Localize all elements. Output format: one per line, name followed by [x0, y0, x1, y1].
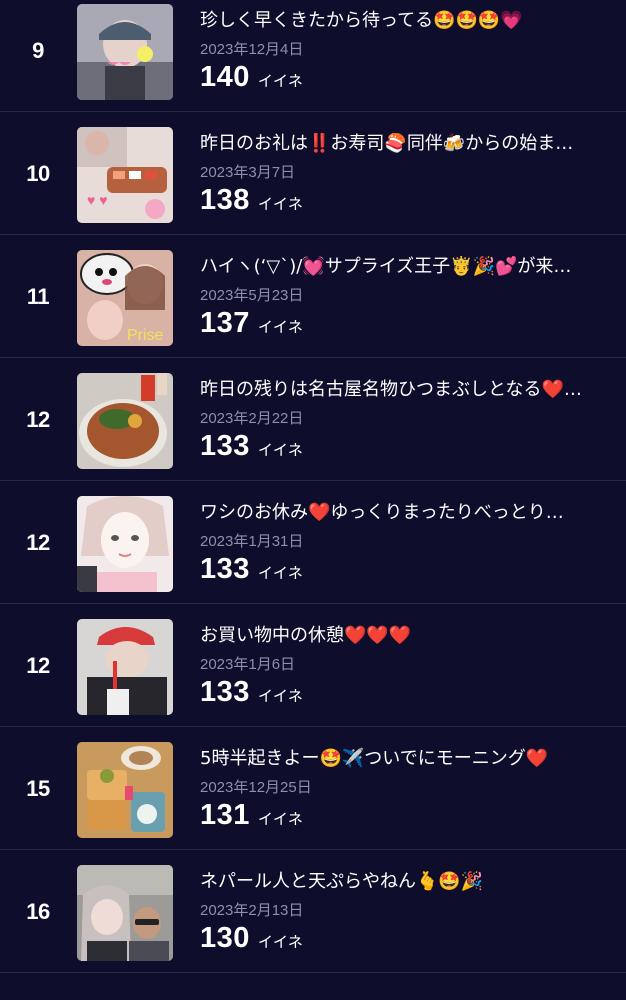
post-title: 昨日の残りは名古屋名物ひつまぶしとなる❤️…: [200, 379, 582, 400]
like-count: 131: [200, 799, 250, 831]
post-title: 5時半起きよー🤩✈️ついでにモーニング❤️: [200, 748, 549, 769]
svg-text:Prise: Prise: [127, 327, 164, 344]
ranking-row[interactable]: 15 5時半起きよー🤩✈️ついでにモーニング❤️ 2023年12月25日 131 イイ…: [0, 727, 626, 850]
ranking-list: 9 珍しく早くきたから待ってる🤩🤩🤩💗 2023年12月4日 140 イイネ 10 ♥ …: [0, 0, 626, 989]
ranking-row[interactable]: 16 ネパール人と天ぷらやねん🫰🤩🎉 2023年2月13日 130 イイネ: [0, 850, 626, 973]
like-count-group: 133 イイネ: [200, 676, 303, 710]
post-thumbnail[interactable]: [77, 865, 173, 961]
ranking-row[interactable]: 10 ♥ ♥ 昨日のお礼は‼️お寿司🍣同伴🍻からの始ま… 2023年3月7日 138…: [0, 112, 626, 235]
ranking-row[interactable]: 12 お買い物中の休憩❤️❤️❤️ 2023年1月6日 133 イイネ: [0, 604, 626, 727]
like-count: 138: [200, 184, 250, 216]
post-thumbnail[interactable]: [77, 4, 173, 100]
like-count: 130: [200, 922, 250, 954]
post-date: 2023年2月22日: [200, 410, 304, 427]
rank-number: 9: [32, 38, 44, 63]
rank-number: 12: [26, 407, 50, 432]
like-count-group: 133 イイネ: [200, 553, 303, 587]
svg-text:♥ ♥: ♥ ♥: [87, 192, 108, 208]
like-unit-label: イイネ: [257, 441, 303, 459]
like-unit-label: イイネ: [257, 195, 303, 213]
like-count-group: 137 イイネ: [200, 307, 303, 341]
like-unit-label: イイネ: [257, 72, 303, 90]
post-date: 2023年2月13日: [200, 902, 304, 919]
post-date: 2023年5月23日: [200, 287, 304, 304]
like-unit-label: イイネ: [257, 564, 303, 582]
post-date: 2023年3月7日: [200, 164, 296, 181]
post-thumbnail[interactable]: [77, 742, 173, 838]
ranking-row[interactable]: 9 珍しく早くきたから待ってる🤩🤩🤩💗 2023年12月4日 140 イイネ: [0, 0, 626, 112]
like-unit-label: イイネ: [257, 318, 303, 336]
like-count-group: 138 イイネ: [200, 184, 303, 218]
rank-number: 12: [26, 653, 50, 678]
like-count-group: 131 イイネ: [200, 799, 303, 833]
rank-number: 15: [26, 776, 50, 801]
post-title: ハイヽ(‘▽`)/💓サプライズ王子🤴🎉💕が来…: [200, 256, 572, 277]
post-thumbnail[interactable]: Prise: [77, 250, 173, 346]
post-date: 2023年12月25日: [200, 779, 312, 796]
like-count-group: 133 イイネ: [200, 430, 303, 464]
post-thumbnail[interactable]: [77, 496, 173, 592]
like-count: 133: [200, 553, 250, 585]
rank-number: 11: [26, 284, 50, 309]
post-thumbnail[interactable]: [77, 619, 173, 715]
ranking-row[interactable]: 12 昨日の残りは名古屋名物ひつまぶしとなる❤️… 2023年2月22日 133 イイ…: [0, 358, 626, 481]
post-date: 2023年1月31日: [200, 533, 304, 550]
rank-number: 16: [26, 899, 50, 924]
rank-number: 10: [26, 161, 50, 186]
like-unit-label: イイネ: [257, 933, 303, 951]
post-title: お買い物中の休憩❤️❤️❤️: [200, 625, 412, 646]
post-title: 昨日のお礼は‼️お寿司🍣同伴🍻からの始ま…: [200, 133, 574, 154]
like-unit-label: イイネ: [257, 810, 303, 828]
like-count: 133: [200, 676, 250, 708]
rank-number: 12: [26, 530, 50, 555]
post-title: ワシのお休み❤️ゆっくりまったりべっとり…: [200, 502, 564, 523]
like-count: 140: [200, 61, 250, 93]
post-date: 2023年12月4日: [200, 41, 304, 58]
ranking-row[interactable]: 12 ワシのお休み❤️ゆっくりまったりべっとり… 2023年1月31日 133 イイネ: [0, 481, 626, 604]
like-count: 133: [200, 430, 250, 462]
post-thumbnail[interactable]: [77, 373, 173, 469]
like-unit-label: イイネ: [257, 687, 303, 705]
post-title: ネパール人と天ぷらやねん🫰🤩🎉: [200, 871, 484, 892]
like-count-group: 140 イイネ: [200, 61, 303, 95]
like-count: 137: [200, 307, 250, 339]
post-date: 2023年1月6日: [200, 656, 296, 673]
like-count-group: 130 イイネ: [200, 922, 303, 956]
post-title: 珍しく早くきたから待ってる🤩🤩🤩💗: [200, 10, 523, 31]
ranking-row[interactable]: 11 Prise ハイヽ(‘▽`)/💓サプライズ王子🤴🎉💕が来… 2023年5月2…: [0, 235, 626, 358]
post-thumbnail[interactable]: ♥ ♥: [77, 127, 173, 223]
